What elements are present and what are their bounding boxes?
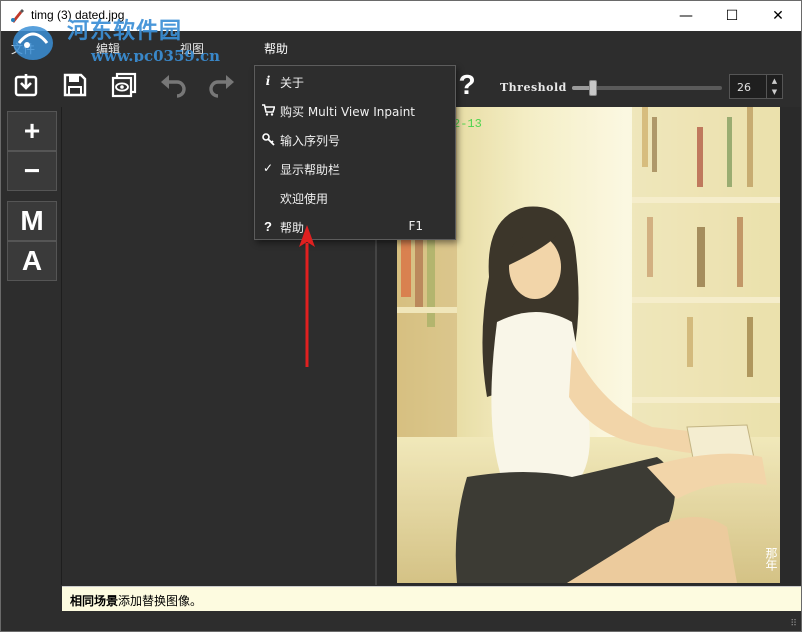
menu-file[interactable]: 文件 — [11, 40, 35, 57]
mode-m-button[interactable]: M — [7, 201, 57, 241]
threshold-spinbox[interactable]: 26 ▲ ▼ — [729, 74, 783, 99]
menu-bar: 文件 编辑 视图 帮助 — [1, 31, 801, 62]
minimize-button[interactable]: — — [663, 1, 709, 31]
menu-item-label: 输入序列号 — [280, 134, 341, 148]
threshold-value: 26 — [737, 81, 751, 94]
help-button[interactable]: ? — [452, 69, 482, 100]
undo-button[interactable] — [158, 70, 188, 100]
spin-up-icon[interactable]: ▲ — [772, 77, 777, 85]
annotation-arrow-icon — [299, 225, 315, 367]
photo-date-stamp: 2-13 — [453, 117, 482, 131]
preview-icon — [111, 72, 137, 98]
bottom-strip: ⠿ — [1, 611, 801, 631]
menu-item-label: 购买 Multi View Inpaint — [280, 105, 416, 119]
window-title: timg (3) dated.jpg — [31, 8, 125, 22]
menu-item-help[interactable]: ? 帮助 F1 — [255, 212, 455, 241]
help-status-bar: 相同场景添加替换图像。 — [62, 586, 801, 611]
menu-item-label: 显示帮助栏 — [280, 163, 341, 177]
save-button[interactable] — [60, 70, 90, 100]
status-message: 添加替换图像。 — [118, 594, 203, 608]
app-window: timg (3) dated.jpg — ☐ ✕ 文件 编辑 视图 帮助 河东软… — [0, 0, 802, 632]
photo-signature: 那年 — [764, 547, 778, 571]
threshold-label: Threshold — [500, 81, 567, 94]
title-bar[interactable]: timg (3) dated.jpg — ☐ ✕ — [1, 1, 801, 31]
status-bold-text: 相同场景 — [70, 594, 119, 608]
help-menu-dropdown: i 关于 购买 Multi View Inpaint 输入序列号 ✓ 显示帮助栏… — [254, 65, 456, 240]
menu-item-buy[interactable]: 购买 Multi View Inpaint — [255, 96, 455, 125]
redo-button[interactable] — [207, 70, 237, 100]
key-icon — [261, 132, 275, 146]
menu-item-welcome[interactable]: 欢迎使用 — [255, 183, 455, 212]
save-icon — [63, 73, 87, 97]
app-icon — [11, 9, 24, 23]
threshold-slider-handle[interactable] — [589, 80, 597, 96]
spinbox-arrows[interactable]: ▲ ▼ — [766, 75, 782, 98]
close-button[interactable]: ✕ — [755, 1, 801, 31]
cart-icon — [261, 103, 275, 117]
threshold-slider[interactable] — [572, 80, 722, 96]
spin-down-icon[interactable]: ▼ — [772, 88, 777, 96]
preview-button[interactable] — [109, 70, 139, 100]
menu-item-about[interactable]: i 关于 — [255, 67, 455, 96]
remove-image-button[interactable]: − — [7, 151, 57, 191]
tool-column: + − M A — [5, 111, 57, 281]
undo-icon — [161, 75, 186, 98]
add-image-button[interactable]: + — [7, 111, 57, 151]
menu-edit[interactable]: 编辑 — [96, 40, 120, 57]
menu-item-label: 关于 — [280, 76, 305, 90]
menu-item-shortcut: F1 — [408, 219, 423, 233]
menu-item-label: 欢迎使用 — [280, 192, 329, 206]
menu-view[interactable]: 视图 — [180, 40, 204, 57]
redo-icon — [209, 75, 234, 98]
mode-a-button[interactable]: A — [7, 241, 57, 281]
resize-grip-icon[interactable]: ⠿ — [790, 619, 797, 629]
import-icon — [14, 74, 38, 97]
info-icon: i — [265, 74, 271, 88]
question-icon: ? — [264, 218, 272, 234]
import-button[interactable] — [11, 70, 41, 100]
menu-item-serial[interactable]: 输入序列号 — [255, 125, 455, 154]
menu-help[interactable]: 帮助 — [264, 40, 288, 57]
status-text: 相同场景添加替换图像。 — [70, 592, 202, 609]
maximize-button[interactable]: ☐ — [709, 1, 755, 31]
checkmark-icon: ✓ — [262, 161, 274, 175]
menu-item-show-helpbar[interactable]: ✓ 显示帮助栏 — [255, 154, 455, 183]
